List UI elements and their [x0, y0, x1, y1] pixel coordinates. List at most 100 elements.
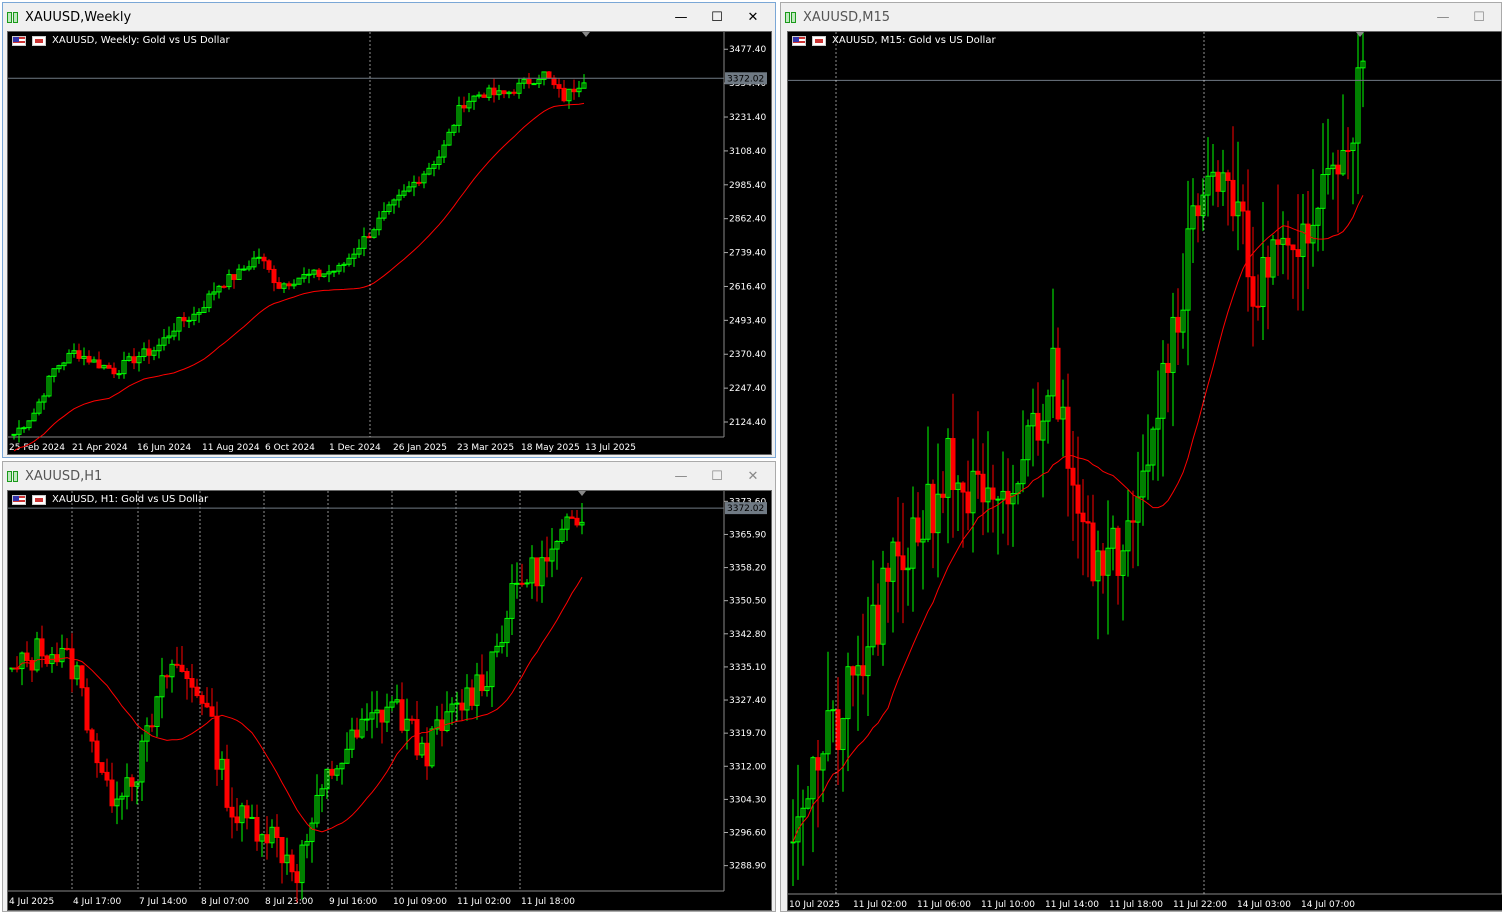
candle	[890, 537, 896, 633]
candle	[980, 443, 986, 536]
candle	[221, 284, 227, 289]
candle	[1030, 388, 1036, 467]
minimize-button[interactable]: —	[663, 462, 699, 490]
candle-body	[514, 582, 520, 585]
window-m15[interactable]: XAUUSD,M15 — ☐ XAUUSD, M15: Gold vs US D…	[780, 2, 1502, 912]
window-title: XAUUSD,Weekly	[25, 9, 132, 25]
candle	[364, 703, 370, 731]
candle-body	[1335, 164, 1341, 175]
candle	[885, 562, 891, 623]
candle	[114, 781, 120, 825]
candle	[376, 211, 382, 236]
candle-body	[186, 319, 192, 322]
candle	[564, 513, 570, 541]
candle	[284, 837, 290, 875]
candle	[531, 82, 537, 86]
chart-area-weekly[interactable]: XAUUSD, Weekly: Gold vs US Dollar 25 Feb…	[7, 31, 772, 455]
close-button[interactable]: ✕	[735, 3, 771, 31]
candle-body	[790, 841, 796, 844]
candle	[256, 248, 262, 264]
candle	[506, 90, 512, 99]
maximize-button[interactable]: ☐	[699, 3, 735, 31]
candle	[414, 700, 420, 761]
candle-body	[294, 871, 300, 884]
candle	[16, 420, 22, 443]
candle	[574, 509, 580, 528]
chart-area-h1[interactable]: XAUUSD, H1: Gold vs US Dollar 4 Jul 2025…	[7, 490, 772, 911]
candle	[291, 279, 297, 289]
titlebar-m15[interactable]: XAUUSD,M15 — ☐	[781, 3, 1501, 31]
candle	[476, 91, 482, 99]
candle-body	[835, 709, 841, 751]
window-weekly[interactable]: XAUUSD,Weekly — ☐ ✕ XAUUSD, Weekly: Gold…	[2, 2, 776, 458]
candle	[226, 269, 232, 290]
time-label: 7 Jul 14:00	[139, 897, 188, 907]
candle-body	[1085, 521, 1091, 524]
candle	[106, 362, 112, 369]
candle-body	[501, 90, 507, 95]
candle	[346, 253, 352, 267]
window-h1[interactable]: XAUUSD,H1 — ☐ ✕ XAUUSD, H1: Gold vs US D…	[2, 461, 776, 912]
candle	[1055, 327, 1061, 422]
candle-body	[885, 567, 891, 582]
candle	[211, 282, 217, 301]
candle	[321, 273, 327, 278]
price-label: 3335.10	[729, 663, 766, 673]
candle-body	[286, 283, 292, 287]
candle-body	[331, 270, 337, 273]
candle	[1200, 178, 1206, 232]
time-label: 4 Jul 17:00	[73, 897, 122, 907]
candle	[29, 657, 35, 682]
candle	[76, 343, 82, 362]
candle	[204, 687, 210, 709]
candle	[69, 633, 75, 693]
candle	[860, 613, 866, 695]
close-button[interactable]: ✕	[735, 462, 771, 490]
candle	[845, 652, 851, 772]
candle-body	[534, 557, 540, 587]
candle-body	[459, 702, 465, 711]
candle	[1255, 274, 1261, 321]
candle-body	[64, 647, 70, 650]
minimize-button[interactable]: —	[1425, 3, 1461, 31]
candle-body	[1250, 276, 1256, 307]
candle	[1220, 149, 1226, 207]
candle-body	[264, 834, 270, 844]
candle-body	[209, 706, 215, 717]
titlebar-weekly[interactable]: XAUUSD,Weekly — ☐ ✕	[3, 3, 775, 31]
candle-body	[39, 638, 45, 657]
price-label: 2370.40	[729, 350, 766, 360]
candle-body	[1230, 179, 1236, 217]
price-label: 3477.40	[729, 45, 766, 55]
candle	[581, 74, 587, 89]
candle	[546, 70, 552, 79]
candle-body	[519, 582, 525, 585]
candle	[526, 73, 532, 89]
candle	[196, 308, 202, 323]
minimize-button[interactable]: —	[663, 3, 699, 31]
candle	[154, 695, 160, 737]
price-label: 3296.60	[729, 829, 766, 839]
candle-body	[189, 678, 195, 688]
candle-body	[181, 317, 187, 322]
candle	[144, 717, 150, 762]
candle	[194, 678, 200, 698]
candle-body	[481, 94, 487, 98]
candle	[444, 691, 450, 733]
candle-body	[266, 260, 272, 270]
candle	[429, 726, 435, 769]
time-label: 11 Jul 02:00	[457, 897, 511, 907]
chart-area-m15[interactable]: XAUUSD, M15: Gold vs US Dollar 10 Jul 20…	[787, 31, 1502, 911]
candle	[314, 774, 320, 828]
candle-body	[1240, 201, 1246, 212]
maximize-button[interactable]: ☐	[699, 462, 735, 490]
candle	[244, 799, 250, 830]
maximize-button[interactable]: ☐	[1461, 3, 1497, 31]
candle	[905, 547, 911, 606]
titlebar-h1[interactable]: XAUUSD,H1 — ☐ ✕	[3, 462, 775, 490]
candle	[434, 705, 440, 735]
candle	[1130, 490, 1136, 569]
candle-body	[569, 516, 575, 519]
candle	[830, 700, 836, 743]
candle	[231, 274, 237, 289]
